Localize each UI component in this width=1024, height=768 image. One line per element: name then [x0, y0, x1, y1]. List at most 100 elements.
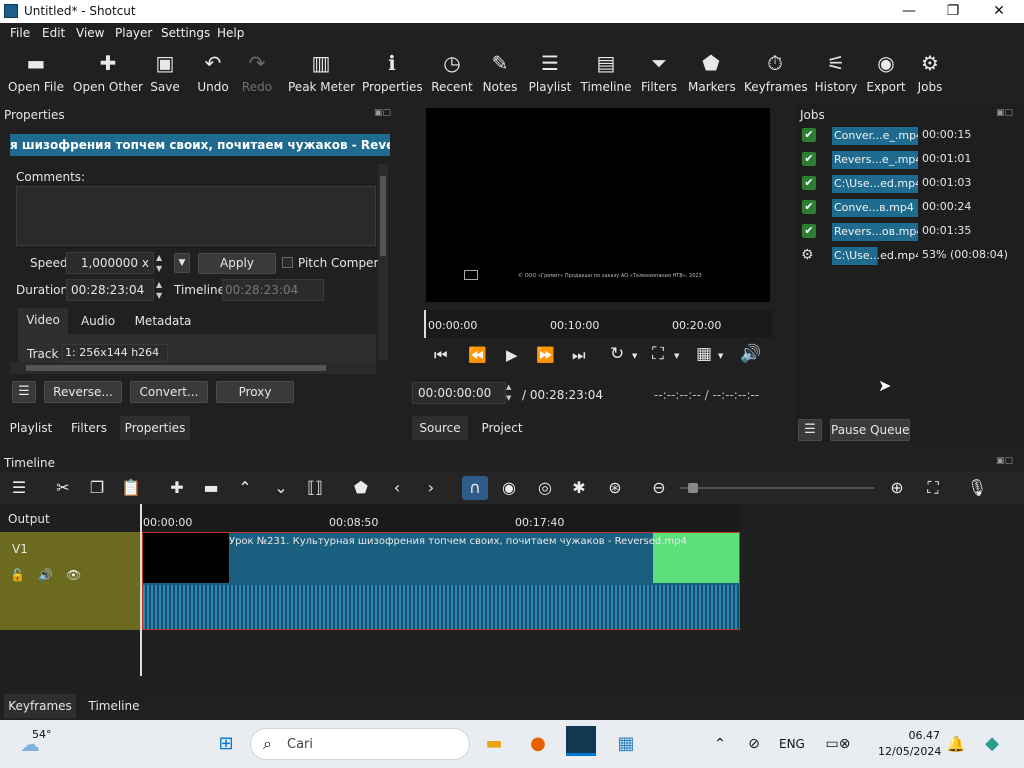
proxy-button[interactable]: Proxy — [216, 381, 294, 403]
clip-name-field[interactable]: я шизофрения топчем своих, почитаем чужа… — [10, 134, 390, 156]
next-marker-icon[interactable]: › — [418, 476, 444, 500]
ripple-markers-icon[interactable]: ⊛ — [602, 476, 628, 500]
append-icon[interactable]: ✚ — [164, 476, 190, 500]
pitch-checkbox[interactable] — [282, 257, 293, 268]
job-row[interactable]: ✔ Revers...e_.mp4 00:01:01 — [798, 149, 1024, 171]
timeline-clip[interactable]: Урок №231. Культурная шизофрения топчем … — [142, 532, 740, 630]
language-indicator[interactable]: ENG — [779, 737, 805, 751]
speed-spinner[interactable]: ▲ ▼ — [156, 252, 168, 274]
properties-hscrollbar[interactable] — [10, 362, 376, 374]
chevron-down-icon[interactable]: ▼ — [674, 352, 679, 360]
ripple-all-icon[interactable]: ✱ — [566, 476, 592, 500]
properties-button[interactable]: ℹ Properties — [362, 48, 423, 100]
overwrite-icon[interactable]: ⌄ — [268, 476, 294, 500]
search-box[interactable]: ⌕ Cari — [250, 728, 470, 760]
zoom-slider[interactable] — [680, 483, 874, 493]
history-button[interactable]: ⚟ History — [814, 48, 858, 100]
export-button[interactable]: ◉ Export — [866, 48, 906, 100]
video-preview[interactable]: © ООО «Гремит» Продакшн по заказу АО «Те… — [426, 108, 770, 302]
clock-date[interactable]: 12/05/2024 — [878, 745, 941, 758]
chevron-up-icon[interactable]: ⌃ — [710, 728, 730, 760]
job-row[interactable]: ✔ Revers...ов.mp4 00:01:35 — [798, 221, 1024, 243]
menu-help[interactable]: Help — [217, 26, 244, 40]
bell-icon[interactable]: 🔔 — [946, 728, 966, 760]
job-row[interactable]: ⚙ C:\Use...ed.mp4 53% (00:08:04) — [798, 245, 1024, 267]
tab-audio[interactable]: Audio — [72, 308, 124, 334]
tab-keyframes[interactable]: Keyframes — [4, 694, 76, 718]
timeline-menu-icon[interactable]: ☰ — [6, 476, 32, 500]
notification-icons[interactable]: ▭⊗ — [818, 728, 858, 760]
timeline-ruler[interactable]: 00:00:00 00:08:50 00:17:40 — [140, 504, 740, 532]
split-icon[interactable]: ⟦⟧ — [302, 476, 328, 500]
convert-button[interactable]: Convert... — [130, 381, 208, 403]
apply-button[interactable]: Apply — [198, 253, 276, 274]
zoom-fit-icon[interactable]: ⛶ — [652, 344, 664, 364]
job-row[interactable]: ✔ Conve...в.mp4 00:00:24 — [798, 197, 1024, 219]
player-ruler[interactable]: 00:00:00 00:10:00 00:20:00 — [424, 310, 772, 338]
zoom-in-icon[interactable]: ⊕ — [884, 476, 910, 500]
keyframes-button[interactable]: ⏱ Keyframes — [744, 48, 808, 100]
speed-preset-dropdown[interactable]: ▼ — [174, 253, 190, 273]
float-panel-icon[interactable]: ▣▢ — [996, 108, 1013, 118]
play-icon[interactable]: ▶ — [506, 346, 518, 364]
save-button[interactable]: ▣ Save — [146, 48, 184, 100]
menu-settings[interactable]: Settings — [161, 26, 210, 40]
timeline-button[interactable]: ▤ Timeline — [580, 48, 632, 100]
cut-icon[interactable]: ✂ — [50, 476, 76, 500]
photos-icon[interactable]: ▦ — [612, 728, 640, 760]
firefox-icon[interactable]: ● — [524, 728, 552, 760]
speed-input[interactable]: 1,000000 x — [66, 252, 154, 274]
shotcut-taskbar-icon[interactable] — [566, 726, 596, 756]
skip-to-start-icon[interactable]: ⏮ — [434, 346, 448, 364]
timeline-playhead[interactable] — [140, 504, 142, 676]
paste-icon[interactable]: 📋 — [118, 476, 144, 500]
job-row[interactable]: ✔ Conver...e_.mp4 00:00:15 — [798, 125, 1024, 147]
timecode-spinner[interactable]: ▲ ▼ — [506, 382, 516, 404]
scrollbar-thumb[interactable] — [380, 176, 386, 256]
marker-icon[interactable]: ⬟ — [348, 476, 374, 500]
clock-time[interactable]: 06.47 — [880, 729, 941, 742]
scrub-icon[interactable]: ◉ — [496, 476, 522, 500]
timecode-input[interactable]: 00:00:00:00 — [412, 382, 506, 404]
properties-vscrollbar[interactable] — [378, 164, 388, 360]
playlist-button[interactable]: ☰ Playlist — [528, 48, 572, 100]
grid-icon[interactable]: ▦ — [696, 344, 712, 364]
track-select[interactable]: 1: 256x144 h264 ▼ — [62, 344, 168, 374]
hide-icon[interactable]: 👁 — [66, 568, 81, 582]
snap-icon[interactable]: ∩ — [462, 476, 488, 500]
tab-metadata[interactable]: Metadata — [128, 308, 198, 334]
start-icon[interactable]: ⊞ — [212, 728, 240, 760]
float-panel-icon[interactable]: ▣▢ — [996, 456, 1013, 466]
loop-icon[interactable]: ↻ — [610, 344, 624, 364]
jobs-button[interactable]: ⚙ Jobs — [912, 48, 948, 100]
copilot-icon[interactable]: ◆ — [978, 728, 1006, 760]
hscroll-thumb[interactable] — [26, 365, 326, 371]
notes-button[interactable]: ✎ Notes — [480, 48, 520, 100]
jobs-menu-button[interactable]: ☰ — [798, 419, 822, 441]
peak-meter-button[interactable]: ▥ Peak Meter — [288, 48, 355, 100]
minimize-button[interactable]: — — [886, 0, 932, 23]
network-icon[interactable]: ⊘ — [742, 728, 766, 760]
tab-video[interactable]: Video — [18, 308, 68, 334]
skip-to-end-icon[interactable]: ⏭ — [572, 346, 586, 364]
chevron-down-icon[interactable]: ▼ — [632, 352, 637, 360]
previous-marker-icon[interactable]: ‹ — [384, 476, 410, 500]
close-button[interactable]: ✕ — [976, 0, 1022, 23]
fast-forward-icon[interactable]: ⏩ — [536, 346, 555, 364]
menu-file[interactable]: File — [10, 26, 30, 40]
reverse-button[interactable]: Reverse... — [44, 381, 122, 403]
menu-player[interactable]: Player — [115, 26, 152, 40]
tab-filters[interactable]: Filters — [62, 416, 116, 440]
menu-edit[interactable]: Edit — [42, 26, 65, 40]
copy-icon[interactable]: ❐ — [84, 476, 110, 500]
zoom-slider-handle[interactable] — [688, 483, 698, 493]
filters-button[interactable]: ⏷ Filters — [640, 48, 678, 100]
player-playhead[interactable] — [424, 310, 426, 338]
ripple-icon[interactable]: ◎ — [532, 476, 558, 500]
chevron-down-icon[interactable]: ▼ — [718, 352, 723, 360]
comments-textarea[interactable] — [16, 186, 376, 246]
mute-icon[interactable]: 🔊 — [38, 568, 53, 582]
tab-source[interactable]: Source — [412, 416, 468, 440]
rewind-icon[interactable]: ⏪ — [468, 346, 487, 364]
lift-icon[interactable]: ⌃ — [232, 476, 258, 500]
